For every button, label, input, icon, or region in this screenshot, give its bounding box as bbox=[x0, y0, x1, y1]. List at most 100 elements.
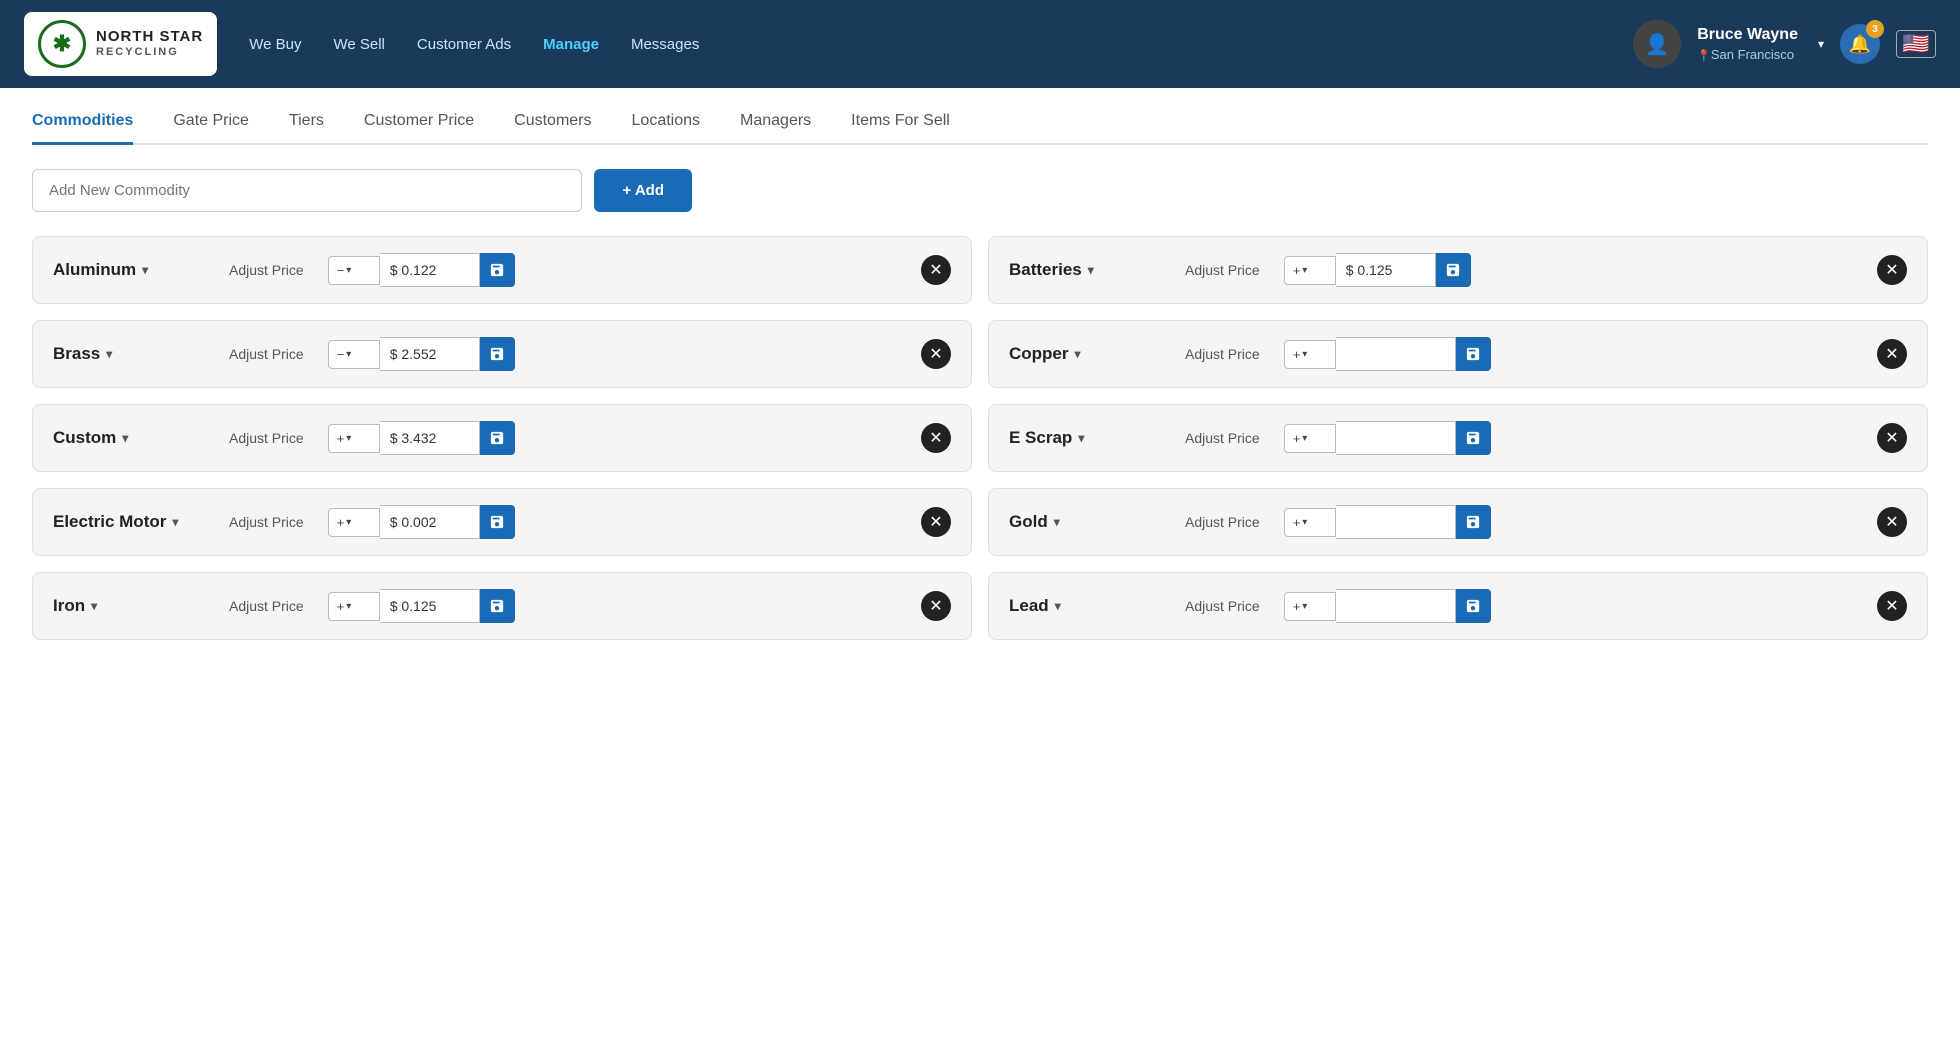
commodity-name[interactable]: Gold ▾ bbox=[1009, 512, 1169, 532]
sign-select[interactable]: + ▾ bbox=[328, 424, 380, 453]
price-input[interactable] bbox=[380, 505, 480, 539]
save-icon bbox=[1466, 431, 1480, 445]
sign-select[interactable]: + ▾ bbox=[328, 592, 380, 621]
price-controls: + ▾ bbox=[1284, 589, 1853, 623]
header-right: 👤 Bruce Wayne San Francisco ▾ 🔔 3 🇺🇸 bbox=[1633, 20, 1936, 68]
language-flag-button[interactable]: 🇺🇸 bbox=[1896, 30, 1936, 58]
notifications-button[interactable]: 🔔 3 bbox=[1840, 24, 1880, 64]
tab-managers[interactable]: Managers bbox=[740, 112, 811, 145]
commodity-expand-icon: ▾ bbox=[106, 347, 112, 361]
save-price-button[interactable] bbox=[480, 589, 515, 623]
price-group: + ▾ bbox=[328, 421, 515, 455]
price-input[interactable] bbox=[1336, 337, 1456, 371]
commodity-expand-icon: ▾ bbox=[122, 431, 128, 445]
adjust-price-label: Adjust Price bbox=[1185, 598, 1260, 614]
nav-link-messages[interactable]: Messages bbox=[631, 32, 699, 57]
price-group: − ▾ bbox=[328, 253, 515, 287]
notification-badge: 3 bbox=[1866, 20, 1884, 38]
price-input[interactable] bbox=[1336, 421, 1456, 455]
commodity-expand-icon: ▾ bbox=[1075, 347, 1081, 361]
tab-items-for-sell[interactable]: Items For Sell bbox=[851, 112, 950, 145]
price-input[interactable] bbox=[1336, 589, 1456, 623]
nav-link-we-buy[interactable]: We Buy bbox=[249, 32, 301, 57]
sign-select[interactable]: + ▾ bbox=[328, 508, 380, 537]
tab-tiers[interactable]: Tiers bbox=[289, 112, 324, 145]
save-price-button[interactable] bbox=[1456, 505, 1491, 539]
tab-customers[interactable]: Customers bbox=[514, 112, 591, 145]
save-icon bbox=[490, 599, 504, 613]
sign-select[interactable]: + ▾ bbox=[1284, 508, 1336, 537]
logo-text: NORTH STAR RECYCLING bbox=[96, 28, 203, 59]
tab-commodities[interactable]: Commodities bbox=[32, 112, 133, 145]
commodity-card: E Scrap ▾ Adjust Price + ▾ ✕ bbox=[988, 404, 1928, 472]
main-content: Commodities Gate Price Tiers Customer Price… bbox=[0, 88, 1960, 1038]
add-commodity-input[interactable] bbox=[32, 169, 582, 212]
tab-customer-price[interactable]: Customer Price bbox=[364, 112, 474, 145]
save-price-button[interactable] bbox=[480, 421, 515, 455]
remove-commodity-button[interactable]: ✕ bbox=[1877, 423, 1907, 453]
commodity-name[interactable]: Custom ▾ bbox=[53, 428, 213, 448]
price-input[interactable] bbox=[1336, 253, 1436, 287]
save-price-button[interactable] bbox=[480, 505, 515, 539]
price-controls: + ▾ bbox=[1284, 505, 1853, 539]
sign-select[interactable]: − ▾ bbox=[328, 256, 380, 285]
remove-commodity-button[interactable]: ✕ bbox=[921, 507, 951, 537]
save-price-button[interactable] bbox=[1456, 589, 1491, 623]
nav-link-we-sell[interactable]: We Sell bbox=[333, 32, 384, 57]
adjust-price-label: Adjust Price bbox=[229, 598, 304, 614]
remove-commodity-button[interactable]: ✕ bbox=[1877, 339, 1907, 369]
sign-select[interactable]: − ▾ bbox=[328, 340, 380, 369]
price-input[interactable] bbox=[380, 253, 480, 287]
user-chevron-icon[interactable]: ▾ bbox=[1818, 37, 1824, 51]
price-group: + ▾ bbox=[1284, 505, 1491, 539]
save-price-button[interactable] bbox=[480, 337, 515, 371]
price-group: + ▾ bbox=[1284, 421, 1491, 455]
nav-link-customer-ads[interactable]: Customer Ads bbox=[417, 32, 511, 57]
price-controls: + ▾ bbox=[1284, 337, 1853, 371]
sign-select[interactable]: + ▾ bbox=[1284, 256, 1336, 285]
commodity-name[interactable]: Aluminum ▾ bbox=[53, 260, 213, 280]
sign-select[interactable]: + ▾ bbox=[1284, 340, 1336, 369]
add-commodity-button[interactable]: + Add bbox=[594, 169, 692, 212]
remove-commodity-button[interactable]: ✕ bbox=[1877, 255, 1907, 285]
price-input[interactable] bbox=[1336, 505, 1456, 539]
commodity-name[interactable]: Iron ▾ bbox=[53, 596, 213, 616]
sign-select[interactable]: + ▾ bbox=[1284, 592, 1336, 621]
price-controls: − ▾ bbox=[328, 337, 897, 371]
commodity-expand-icon: ▾ bbox=[142, 263, 148, 277]
sign-select[interactable]: + ▾ bbox=[1284, 424, 1336, 453]
save-price-button[interactable] bbox=[1456, 421, 1491, 455]
remove-commodity-button[interactable]: ✕ bbox=[921, 591, 951, 621]
logo-line1: NORTH STAR bbox=[96, 28, 203, 46]
remove-commodity-button[interactable]: ✕ bbox=[921, 255, 951, 285]
price-input[interactable] bbox=[380, 337, 480, 371]
price-input[interactable] bbox=[380, 589, 480, 623]
commodity-name[interactable]: Lead ▾ bbox=[1009, 596, 1169, 616]
price-controls: + ▾ bbox=[328, 505, 897, 539]
commodity-expand-icon: ▾ bbox=[91, 599, 97, 613]
save-price-button[interactable] bbox=[1436, 253, 1471, 287]
price-controls: + ▾ bbox=[1284, 421, 1853, 455]
save-icon bbox=[490, 431, 504, 445]
price-input[interactable] bbox=[380, 421, 480, 455]
save-price-button[interactable] bbox=[480, 253, 515, 287]
avatar: 👤 bbox=[1633, 20, 1681, 68]
save-icon bbox=[1466, 347, 1480, 361]
nav-link-manage[interactable]: Manage bbox=[543, 32, 599, 57]
remove-commodity-button[interactable]: ✕ bbox=[921, 339, 951, 369]
commodity-card: Gold ▾ Adjust Price + ▾ ✕ bbox=[988, 488, 1928, 556]
nav: We Buy We Sell Customer Ads Manage Messages bbox=[249, 32, 1601, 57]
save-price-button[interactable] bbox=[1456, 337, 1491, 371]
tab-locations[interactable]: Locations bbox=[632, 112, 701, 145]
remove-commodity-button[interactable]: ✕ bbox=[921, 423, 951, 453]
remove-commodity-button[interactable]: ✕ bbox=[1877, 591, 1907, 621]
tab-gate-price[interactable]: Gate Price bbox=[173, 112, 249, 145]
commodity-name[interactable]: Electric Motor ▾ bbox=[53, 512, 213, 532]
commodity-name[interactable]: Batteries ▾ bbox=[1009, 260, 1169, 280]
remove-icon: ✕ bbox=[929, 344, 942, 364]
remove-commodity-button[interactable]: ✕ bbox=[1877, 507, 1907, 537]
save-icon bbox=[490, 347, 504, 361]
commodity-name[interactable]: E Scrap ▾ bbox=[1009, 428, 1169, 448]
commodity-name[interactable]: Brass ▾ bbox=[53, 344, 213, 364]
commodity-name[interactable]: Copper ▾ bbox=[1009, 344, 1169, 364]
